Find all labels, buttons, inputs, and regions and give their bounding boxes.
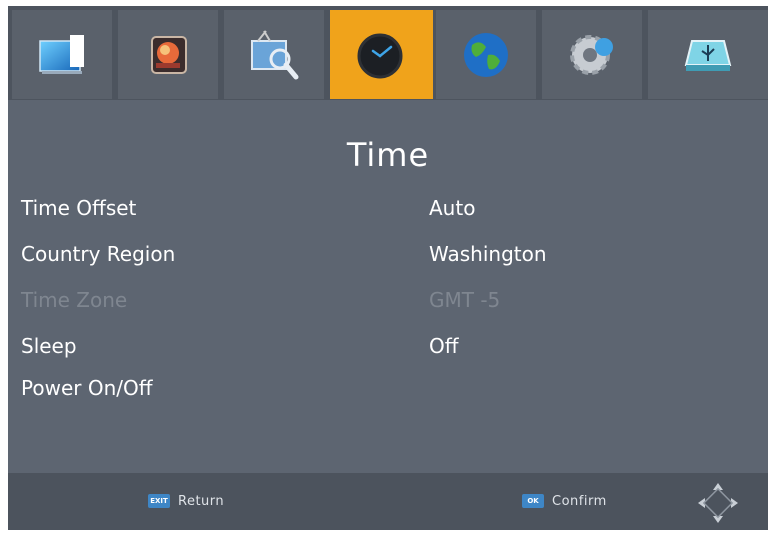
ok-key-icon: OK — [522, 494, 544, 508]
tab-display[interactable] — [12, 10, 115, 99]
tab-language[interactable] — [436, 10, 539, 99]
menu-tab-bar — [8, 6, 768, 100]
return-hint[interactable]: EXIT Return — [148, 491, 224, 511]
setting-value: Washington — [429, 242, 547, 266]
return-label: Return — [178, 493, 225, 509]
tab-usb[interactable] — [648, 10, 768, 99]
picture-icon — [151, 35, 187, 74]
setting-value: Auto — [429, 196, 476, 220]
setting-value: Off — [429, 334, 459, 358]
clock-icon — [357, 33, 403, 78]
globe-icon — [464, 32, 508, 77]
tab-time[interactable] — [330, 10, 433, 99]
exit-key-icon: EXIT — [148, 494, 170, 508]
setting-label: Sleep — [21, 334, 77, 358]
page-title: Time — [346, 136, 430, 174]
setting-label: Time Offset — [21, 196, 137, 220]
tab-system[interactable] — [542, 10, 645, 99]
setting-label: Country Region — [21, 242, 176, 266]
confirm-label: Confirm — [552, 493, 607, 509]
navigation-arrows-icon — [698, 483, 738, 523]
setting-row-sleep[interactable]: Sleep Off — [21, 334, 761, 364]
usb-icon — [684, 39, 732, 71]
settings-gear-icon — [570, 34, 613, 75]
channel-search-icon — [251, 29, 299, 79]
setting-row-time-offset[interactable]: Time Offset Auto — [21, 196, 761, 226]
setting-row-country-region[interactable]: Country Region Washington — [21, 242, 761, 272]
footer-hint-bar: EXIT Return OK Confirm — [8, 473, 768, 530]
menu-screen: Time Time Offset Auto Country Region Was… — [8, 6, 768, 530]
setting-row-power-on-off[interactable]: Power On/Off — [21, 376, 761, 406]
tab-channel-search[interactable] — [224, 10, 327, 99]
setting-label: Power On/Off — [21, 376, 153, 400]
setting-row-time-zone: Time Zone GMT -5 — [21, 288, 761, 318]
setting-label: Time Zone — [21, 288, 128, 312]
setting-value: GMT -5 — [429, 288, 501, 312]
tab-picture[interactable] — [118, 10, 221, 99]
confirm-hint[interactable]: OK Confirm — [522, 491, 607, 511]
display-icon — [39, 34, 84, 74]
